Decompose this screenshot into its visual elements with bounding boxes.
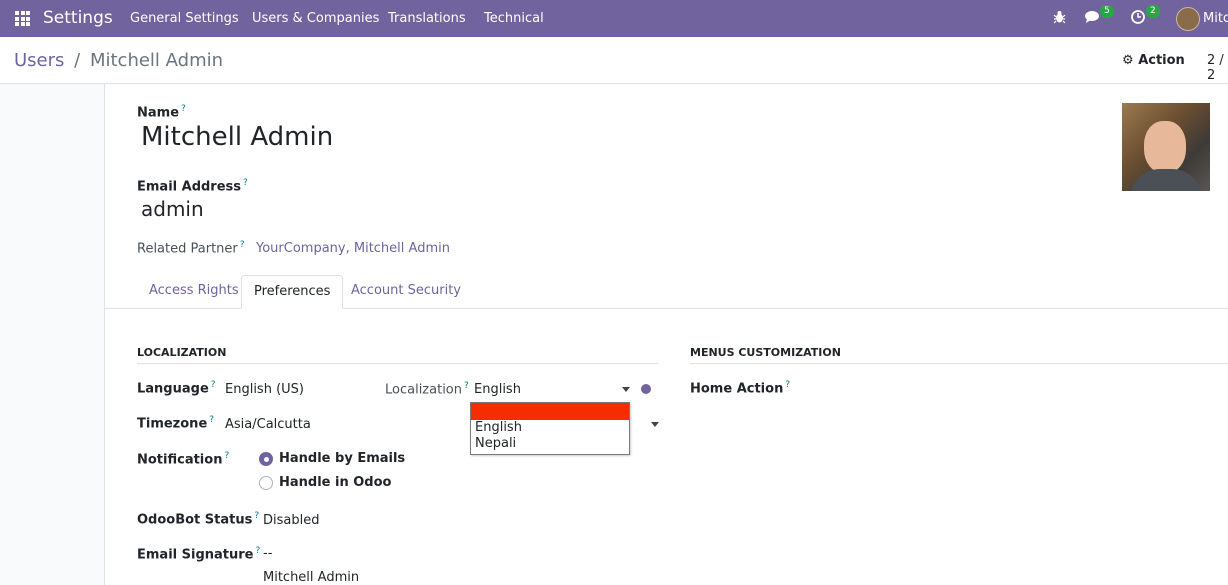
radio-handle-by-emails[interactable] xyxy=(259,452,273,466)
user-photo[interactable] xyxy=(1122,103,1210,191)
email-field[interactable]: admin xyxy=(141,197,204,221)
odoobot-status-label: OdooBot Status? xyxy=(137,511,260,528)
chevron-down-icon[interactable] xyxy=(622,387,630,392)
help-icon[interactable]: ? xyxy=(243,178,248,188)
action-label: Action xyxy=(1138,53,1185,68)
breadcrumb-users-link[interactable]: Users xyxy=(14,50,64,71)
related-partner-label: Related Partner? xyxy=(137,240,245,257)
form-sheet xyxy=(105,84,1228,585)
form-background xyxy=(0,84,105,585)
help-icon[interactable]: ? xyxy=(209,415,214,425)
email-signature-line-1[interactable]: -- xyxy=(263,546,272,561)
menu-users-companies[interactable]: Users & Companies xyxy=(252,11,379,26)
menus-customization-section-title: MENUS CUSTOMIZATION xyxy=(690,346,1228,364)
help-icon[interactable]: ? xyxy=(181,104,186,114)
notification-label: Notification? xyxy=(137,451,230,468)
menu-technical[interactable]: Technical xyxy=(484,11,544,26)
email-signature-line-2[interactable]: Mitchell Admin xyxy=(263,570,359,585)
menu-translations[interactable]: Translations xyxy=(388,11,466,26)
top-navbar: Settings General Settings Users & Compan… xyxy=(0,0,1228,37)
help-icon[interactable]: ? xyxy=(254,511,259,521)
help-icon[interactable]: ? xyxy=(256,546,261,556)
user-avatar[interactable] xyxy=(1176,7,1200,31)
home-action-label: Home Action? xyxy=(690,380,791,397)
pager-value[interactable]: 2 / 2 xyxy=(1207,53,1228,83)
notebook-tabs: Access Rights Preferences Account Securi… xyxy=(105,275,1228,309)
debug-bug-icon[interactable] xyxy=(1053,10,1066,28)
help-icon[interactable]: ? xyxy=(224,451,229,461)
user-menu-name[interactable]: Mitc xyxy=(1203,11,1228,26)
email-signature-label: Email Signature? xyxy=(137,546,261,563)
gear-icon: ⚙ xyxy=(1122,53,1134,68)
radio-handle-in-odoo[interactable] xyxy=(259,476,273,490)
tab-access-rights[interactable]: Access Rights xyxy=(137,275,251,307)
help-icon[interactable]: ? xyxy=(240,240,245,250)
name-label: Name? xyxy=(137,104,186,121)
messages-count-badge: 5 xyxy=(1100,5,1114,18)
name-field[interactable]: Mitchell Admin xyxy=(141,122,333,152)
dropdown-option-empty[interactable] xyxy=(471,403,629,420)
control-panel: Users / Mitchell Admin ⚙ Action 2 / 2 xyxy=(0,37,1228,84)
radio-label-handle-by-emails[interactable]: Handle by Emails xyxy=(279,451,405,466)
radio-label-handle-in-odoo[interactable]: Handle in Odoo xyxy=(279,475,391,490)
localization-section-title: LOCALIZATION xyxy=(137,346,658,364)
email-label: Email Address? xyxy=(137,178,248,195)
app-name[interactable]: Settings xyxy=(43,8,113,28)
breadcrumb-separator: / xyxy=(74,50,81,71)
globe-icon[interactable] xyxy=(641,384,651,394)
odoobot-status-value[interactable]: Disabled xyxy=(263,513,319,528)
localization-select[interactable]: English xyxy=(474,382,521,397)
breadcrumb-current: Mitchell Admin xyxy=(89,50,224,71)
language-select[interactable]: English (US) xyxy=(225,382,304,397)
help-icon[interactable]: ? xyxy=(785,380,790,390)
language-label: Language? xyxy=(137,380,216,397)
tab-preferences[interactable]: Preferences xyxy=(241,275,344,309)
timezone-chevron-down-icon[interactable] xyxy=(651,422,659,427)
help-icon[interactable]: ? xyxy=(211,380,216,390)
menu-general-settings[interactable]: General Settings xyxy=(130,11,239,26)
activities-count-badge: 2 xyxy=(1146,5,1160,18)
dropdown-option-nepali[interactable]: Nepali xyxy=(471,436,629,452)
help-icon[interactable]: ? xyxy=(464,381,469,391)
dropdown-option-english[interactable]: English xyxy=(471,420,629,436)
related-partner-link[interactable]: YourCompany, Mitchell Admin xyxy=(256,241,450,256)
localization-dropdown: English Nepali xyxy=(470,402,630,455)
timezone-label: Timezone? xyxy=(137,415,215,432)
tab-account-security[interactable]: Account Security xyxy=(339,275,473,307)
localization-label: Localization? xyxy=(385,381,469,398)
breadcrumb: Users / Mitchell Admin xyxy=(14,50,223,71)
action-button[interactable]: ⚙ Action xyxy=(1122,53,1185,68)
activities-clock-icon[interactable] xyxy=(1131,10,1145,28)
apps-menu-icon[interactable] xyxy=(15,11,30,26)
timezone-select[interactable]: Asia/Calcutta xyxy=(225,417,311,432)
